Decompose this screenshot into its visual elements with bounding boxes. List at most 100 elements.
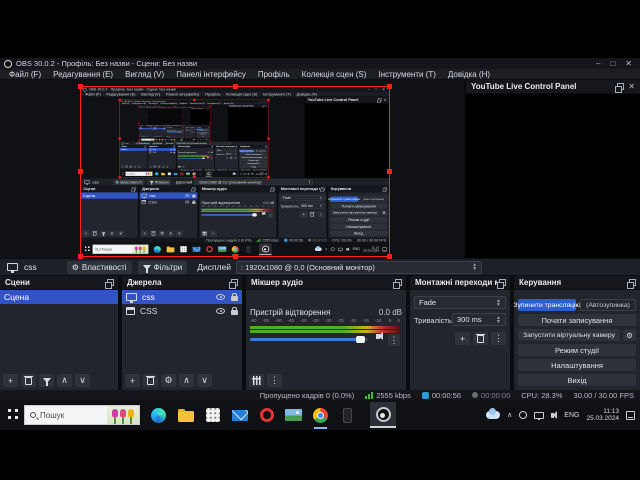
add-transition-button[interactable]: + — [299, 211, 308, 218]
action-center-icon[interactable] — [382, 247, 387, 252]
close-button[interactable]: ✕ — [265, 100, 267, 102]
speaker-icon[interactable] — [207, 156, 209, 159]
display-tray-icon[interactable] — [534, 411, 545, 420]
speaker-icon[interactable] — [261, 211, 266, 216]
settings-button[interactable]: Налаштування — [518, 359, 636, 371]
opera-icon[interactable] — [258, 407, 275, 424]
scene-preview[interactable]: OBS 30.0.2 - Профіль: Без назви - Сцени:… — [138, 105, 211, 142]
start-button[interactable] — [83, 246, 90, 253]
scene-up-button[interactable]: ∧ — [57, 374, 72, 387]
studio-mode-button[interactable]: Режим студії — [330, 216, 388, 223]
dock-float-icon[interactable] — [194, 126, 196, 128]
duration-spinner[interactable]: 300 ms ▲ ▼ — [452, 313, 506, 326]
lock-icon[interactable] — [173, 151, 176, 154]
start-button[interactable] — [121, 172, 125, 176]
menu-profile[interactable]: Профіль — [252, 70, 296, 79]
start-recording-button[interactable]: Почати записування — [239, 153, 268, 156]
source-down-button[interactable]: ∨ — [197, 374, 212, 387]
transition-select[interactable]: Fade ▲ ▼ — [414, 296, 506, 309]
menu-docks[interactable]: Панелі інтерфейсу — [159, 103, 178, 105]
start-recording-button[interactable]: Почати записування — [518, 314, 636, 326]
menu-profile[interactable]: Профіль — [202, 92, 223, 96]
visibility-icon[interactable] — [170, 151, 173, 154]
remove-scene-button[interactable] — [91, 230, 99, 237]
menu-docks[interactable]: Панелі інтерфейсу — [158, 107, 167, 108]
scene-filters-button[interactable] — [129, 165, 133, 169]
scene-down-button[interactable]: ∨ — [117, 230, 125, 237]
scene-preview[interactable]: OBS 30.0.2 - Профіль: Без назви - Сцени:… — [118, 98, 270, 179]
mixer-menu-button[interactable]: ⋮ — [209, 230, 217, 237]
properties-button[interactable]: ⚙ Властивості — [66, 260, 132, 274]
exit-button[interactable]: Вихід — [330, 230, 388, 237]
weather-cloud-icon[interactable] — [314, 246, 322, 252]
advanced-audio-button[interactable] — [200, 230, 209, 237]
maximize-button[interactable]: □ — [375, 87, 377, 92]
handle-bottom-center[interactable] — [173, 140, 176, 142]
onedrive-icon[interactable] — [240, 173, 243, 175]
autostop-button[interactable]: (Автозупинка) — [360, 196, 388, 202]
menu-file[interactable]: Файл (F) — [82, 92, 103, 96]
dock-float-icon[interactable] — [229, 278, 238, 289]
handle-mid-right[interactable] — [209, 123, 211, 125]
onedrive-icon[interactable] — [196, 139, 198, 141]
add-source-button[interactable]: + — [152, 135, 155, 138]
autostop-button[interactable]: (Автозупинка) — [254, 149, 268, 153]
chrome-icon[interactable] — [192, 172, 196, 177]
visibility-icon[interactable] — [170, 148, 173, 151]
advanced-audio-button[interactable] — [249, 374, 264, 387]
remove-transition-button[interactable] — [229, 156, 234, 160]
dock-float-icon[interactable] — [164, 126, 166, 128]
clock[interactable]: 11:13 25.03.2024 — [363, 246, 379, 253]
autostop-button[interactable]: (Автозупинка) — [203, 128, 210, 130]
phone-icon[interactable] — [199, 172, 203, 176]
remove-transition-button[interactable] — [473, 332, 488, 345]
scene-up-button[interactable]: ∧ — [133, 165, 137, 169]
file-explorer-icon[interactable] — [177, 407, 194, 424]
virtual-camera-button[interactable]: Запустити віртуальну камеру — [330, 210, 380, 216]
chrome-icon[interactable] — [231, 245, 239, 256]
virtual-camera-button[interactable]: Запустити віртуальну камеру — [518, 329, 620, 341]
mixer-item-menu-button[interactable]: ⋮ — [388, 334, 400, 346]
dock-float-icon[interactable] — [144, 145, 147, 148]
display-select[interactable]: : 1920x1080 @ 0,0 (Основний монітор) ▲ ▼ — [236, 260, 483, 274]
filters-button[interactable]: Фільтри — [154, 125, 160, 127]
virtual-camera-config-button[interactable]: ⚙ — [380, 210, 388, 216]
add-scene-button[interactable]: + — [82, 230, 90, 237]
menu-view[interactable]: Вигляд (V) — [138, 92, 163, 96]
transition-menu-button[interactable]: ⋮ — [193, 131, 196, 134]
handle-top-center[interactable] — [193, 98, 196, 102]
obs-taskbar-icon[interactable] — [205, 171, 212, 177]
menu-help[interactable]: Довідка (H) — [294, 92, 320, 96]
phone-icon[interactable] — [176, 138, 179, 141]
menu-tools[interactable]: Інструменти (T) — [180, 107, 188, 108]
handle-mid-right[interactable] — [387, 169, 392, 174]
action-center-icon[interactable] — [626, 410, 635, 420]
handle-bottom-right[interactable] — [267, 176, 270, 179]
menu-help[interactable]: Довідка (H) — [442, 70, 496, 79]
obs-taskbar-icon[interactable] — [259, 243, 272, 256]
scene-up-button[interactable]: ∧ — [145, 135, 147, 138]
dock-float-icon[interactable] — [393, 278, 402, 289]
source-properties-button[interactable]: ⚙ — [157, 165, 161, 169]
properties-button[interactable]: ⚙ Властивості — [146, 125, 154, 127]
close-button[interactable]: ✕ — [382, 87, 385, 92]
scene-item[interactable]: Сцена — [0, 290, 118, 304]
taskbar-search[interactable]: Пошук — [141, 138, 155, 141]
source-up-button[interactable]: ∧ — [158, 135, 161, 138]
search-highlight-image[interactable] — [144, 171, 153, 176]
weather-cloud-icon[interactable] — [192, 138, 195, 141]
start-button[interactable] — [5, 408, 18, 422]
handle-mid-right[interactable] — [267, 137, 270, 140]
dock-float-icon[interactable] — [377, 98, 382, 103]
search-highlight-image[interactable] — [150, 138, 155, 141]
menu-view[interactable]: Вигляд (V) — [148, 103, 160, 105]
menu-edit[interactable]: Редагування (E) — [131, 103, 148, 105]
dock-float-icon[interactable] — [382, 187, 388, 192]
menu-edit[interactable]: Редагування (E) — [144, 107, 152, 108]
language-indicator[interactable]: ENG — [564, 412, 579, 419]
dock-float-icon[interactable] — [208, 126, 210, 128]
studio-mode-button[interactable]: Режим студії — [196, 132, 210, 135]
scene-filters-button[interactable] — [99, 230, 107, 237]
dock-float-icon[interactable] — [262, 105, 265, 108]
dock-float-icon[interactable] — [497, 278, 506, 289]
